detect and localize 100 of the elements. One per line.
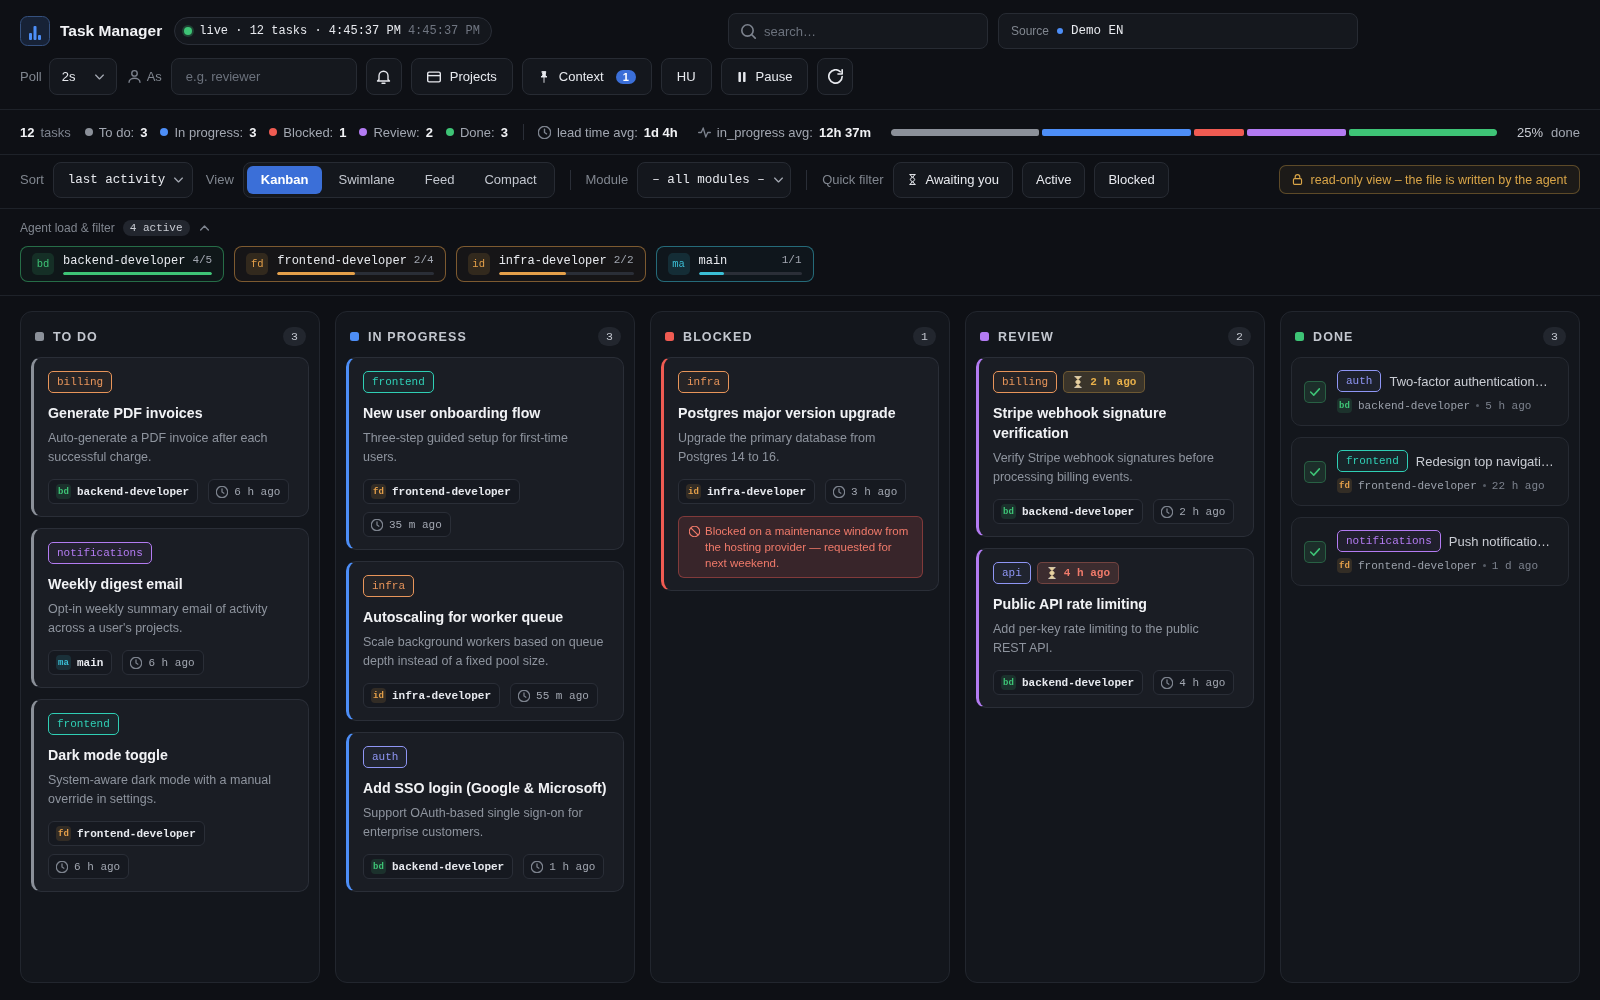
refresh-button[interactable]	[817, 58, 854, 95]
agent-chip[interactable]: fd frontend-developer	[48, 821, 205, 846]
live-dot-icon	[184, 27, 193, 35]
blocked-reason: Blocked on a maintenance window from the hosting provider — requested for next weekend.	[705, 524, 910, 571]
agent-initials: ma	[667, 253, 690, 275]
status-label: Done:	[459, 124, 495, 140]
quick-filter-button[interactable]: Blocked	[1094, 161, 1169, 198]
time-text: 55 m ago	[536, 689, 589, 702]
agent-name: infra-developer	[392, 689, 492, 702]
task-description: Auto-generate a PDF invoice after each successful charge.	[48, 430, 269, 466]
chevron-up-icon[interactable]	[199, 225, 209, 231]
reviewer-field[interactable]: e.g. reviewer	[170, 58, 357, 95]
pause-button[interactable]: Pause	[720, 58, 809, 95]
task-card[interactable]: infra Autoscaling for worker queue Scale background workers based on queue depth instead of a fixed pool size. id infra-developer 55 m ago	[346, 561, 624, 721]
context-button[interactable]: Context 1	[521, 58, 652, 95]
status-count: 2	[425, 124, 433, 140]
as-label: As	[146, 69, 162, 84]
task-card[interactable]: billing 2 h ago Stripe webhook signature verification Verify Stripe webhook signatures before processing billing events. bd backend-developer 2 h ago	[976, 357, 1254, 537]
language-button[interactable]: HU	[660, 58, 712, 95]
task-title: Generate PDF invoices	[48, 404, 204, 423]
agent-filter-chip[interactable]: id infra-developer 2/2	[455, 246, 646, 282]
agent-chip[interactable]: bd backend-developer	[993, 499, 1144, 524]
view-tab[interactable]: Compact	[470, 165, 551, 194]
agent-chip[interactable]: bd backend-developer	[993, 670, 1144, 695]
lock-icon	[1291, 174, 1303, 185]
notice-text: read-only view – the file is written by the agent	[1310, 172, 1567, 187]
view-tab[interactable]: Kanban	[246, 165, 323, 194]
active-count-badge: 4 active	[122, 220, 190, 236]
refresh-icon	[827, 69, 843, 84]
clock-icon	[531, 860, 544, 873]
done-task-card[interactable]: notifications Push notificatio… fd frontend-developer 1 d ago	[1291, 517, 1569, 586]
task-tag: notifications	[48, 542, 152, 564]
agents-label: Agent load & filter	[20, 221, 115, 235]
clock-icon	[1161, 505, 1174, 518]
search-field[interactable]: search…	[728, 13, 988, 49]
done-percent: 25%	[1517, 124, 1544, 140]
task-card[interactable]: auth Add SSO login (Google & Microsoft) Support OAuth-based single sign-on for enterprise customers. bd backend-developer 1 h ago	[346, 732, 624, 892]
agent-initials: bd	[56, 484, 71, 499]
column-count: 2	[1228, 327, 1251, 346]
agent-filter-chip[interactable]: ma main 1/1	[655, 246, 814, 282]
agent-name: backend-developer	[1022, 676, 1135, 689]
agent-chip[interactable]: id infra-developer	[678, 479, 816, 504]
view-tab[interactable]: Swimlane	[324, 165, 409, 194]
column-title: BLOCKED	[683, 329, 753, 344]
sort-select[interactable]: last activity	[52, 161, 193, 198]
agent-chip[interactable]: id infra-developer	[363, 683, 501, 708]
done-checkbox[interactable]	[1304, 540, 1326, 563]
agent-filter-chip[interactable]: bd backend-developer 4/5	[20, 246, 225, 282]
agent-filter-chip[interactable]: fd frontend-developer 2/4	[234, 246, 446, 282]
quick-filter-button[interactable]: Active	[1022, 161, 1086, 198]
task-card[interactable]: billing Generate PDF invoices Auto-generate a PDF invoice after each successful charge. bd backend-developer 6 h ago	[31, 357, 309, 517]
task-card[interactable]: notifications Weekly digest email Opt-in weekly summary email of activity across a user's projects. ma main 6 h ago	[31, 528, 309, 688]
time-text: 6 h ago	[148, 656, 195, 669]
agent-chip[interactable]: ma main	[48, 650, 113, 675]
task-title: Public API rate limiting	[993, 595, 1148, 614]
task-tag: frontend	[1337, 450, 1408, 472]
check-icon	[1310, 546, 1320, 557]
bar-chart-logo-icon	[20, 16, 50, 46]
time-text: 3 h ago	[851, 485, 898, 498]
agent-initials: fd	[246, 253, 269, 275]
task-title: Autoscaling for worker queue	[363, 608, 565, 627]
agent-chip[interactable]: bd backend-developer	[48, 479, 199, 504]
column-title: DONE	[1313, 329, 1354, 344]
count-badge: 1	[615, 69, 636, 84]
clock-icon	[56, 860, 68, 873]
done-task-card[interactable]: frontend Redesign top navigati… fd frontend-developer 22 h ago	[1291, 437, 1569, 506]
task-card[interactable]: frontend New user onboarding flow Three-step guided setup for first-time users. fd frontend-developer 35 m ago	[346, 357, 624, 550]
status-label: Review:	[373, 124, 420, 140]
clock-icon	[1161, 676, 1174, 689]
agent-initials: bd	[1001, 504, 1016, 519]
clock-icon	[833, 485, 846, 498]
agent-chip[interactable]: fd frontend-developer	[363, 479, 520, 504]
projects-button[interactable]: Projects	[410, 58, 513, 95]
task-card[interactable]: api 4 h ago Public API rate limiting Add per-key rate limiting to the public REST API. bd backend-developer 4 h ago	[976, 548, 1254, 708]
agent-name: backend-developer	[1022, 505, 1135, 518]
done-checkbox[interactable]	[1304, 380, 1326, 403]
task-card[interactable]: frontend Dark mode toggle System-aware dark mode with a manual override in settings. fd frontend-developer 6 h ago	[31, 699, 309, 892]
task-tag: notifications	[1337, 530, 1441, 552]
task-card[interactable]	[661, 357, 939, 591]
time-text: 5 h ago	[1485, 399, 1532, 412]
agent-initials: bd	[1001, 675, 1016, 690]
column-count: 3	[283, 327, 306, 346]
agent-name: backend-developer	[1358, 399, 1471, 412]
view-label: View	[205, 172, 234, 187]
time-text: 4 h ago	[1179, 676, 1226, 689]
time-text: 35 m ago	[389, 518, 442, 531]
task-title: New user onboarding flow	[363, 404, 542, 423]
poll-select[interactable]: 2s	[48, 58, 117, 95]
agent-chip[interactable]: bd backend-developer	[363, 854, 514, 879]
notifications-button[interactable]	[365, 58, 402, 95]
time-text: 22 h ago	[1491, 479, 1545, 492]
module-select[interactable]: – all modules –	[637, 161, 792, 198]
time-text: 6 h ago	[234, 485, 281, 498]
sort-label: Sort	[20, 172, 44, 187]
quick-filter-button[interactable]: Awaiting you	[892, 161, 1014, 198]
done-task-card[interactable]: auth Two-factor authentication… bd backend-developer 5 h ago	[1291, 357, 1569, 426]
source-field[interactable]: Source Demo EN	[998, 13, 1358, 49]
done-checkbox[interactable]	[1304, 460, 1326, 483]
status-label: To do:	[98, 124, 135, 140]
view-tab[interactable]: Feed	[410, 165, 469, 194]
